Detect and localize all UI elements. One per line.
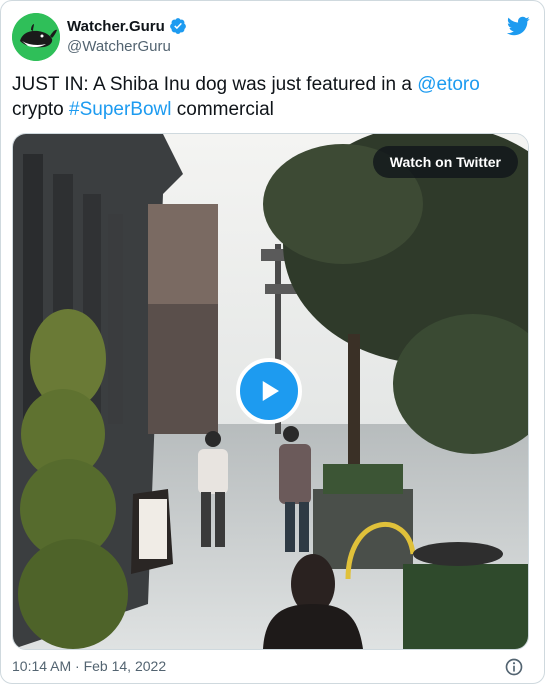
tweet-text: JUST IN: A Shiba Inu dog was just featur… [12,72,532,122]
tweet-text-part: commercial [171,99,274,120]
display-name[interactable]: Watcher.Guru [67,18,165,35]
tweet-card[interactable]: Watcher.Guru @WatcherGuru JUST IN: A Shi… [0,0,545,684]
author-handle[interactable]: @WatcherGuru [67,38,171,55]
play-icon [262,381,279,401]
tweet-timestamp[interactable]: 10:14 AM · Feb 14, 2022 [12,658,166,674]
watch-on-twitter-button[interactable]: Watch on Twitter [372,146,518,178]
avatar[interactable] [12,13,60,61]
info-icon[interactable] [504,657,524,677]
mention-link[interactable]: @etoro [417,74,480,95]
verified-badge-icon [169,18,186,34]
whale-logo-icon [12,13,60,61]
tweet-text-part: crypto [12,99,70,120]
video-player[interactable]: Watch on Twitter [12,133,529,650]
hashtag-link[interactable]: #SuperBowl [69,99,171,120]
author-name-row[interactable]: Watcher.Guru [67,17,187,35]
twitter-bird-icon[interactable] [506,14,530,38]
tweet-text-part: JUST IN: A Shiba Inu dog was just featur… [12,74,418,95]
play-button[interactable] [236,358,302,424]
